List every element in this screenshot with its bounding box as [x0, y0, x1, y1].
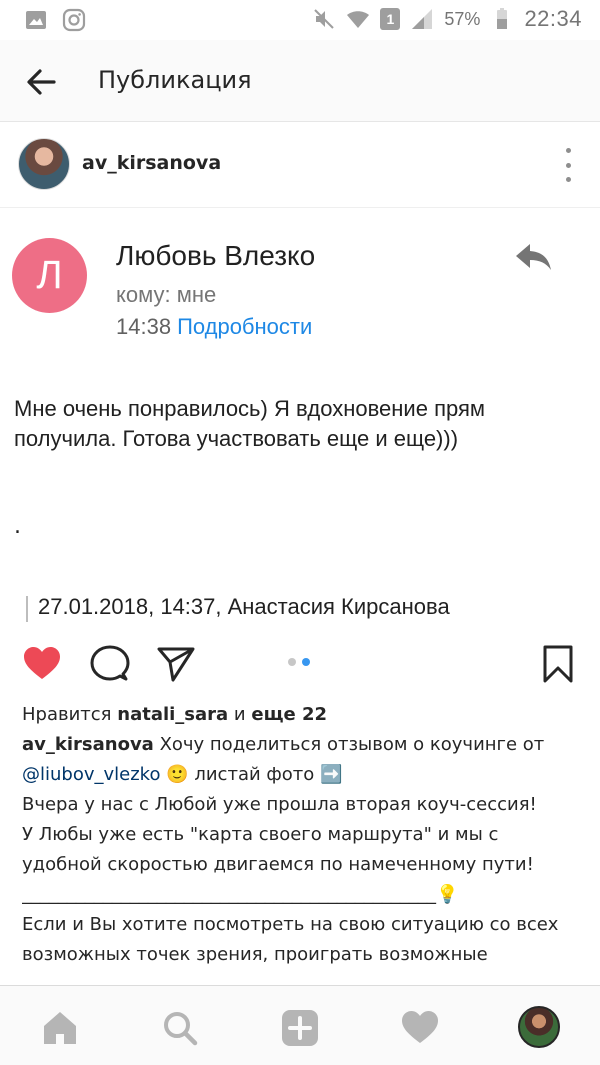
details-link: Подробности — [177, 314, 313, 339]
mail-body-line: Мне очень понравилось) Я вдохновение пря… — [14, 396, 486, 421]
likes-line[interactable]: Нравится natali_sara и еще 22 — [22, 700, 582, 730]
sender-avatar: Л — [12, 238, 87, 313]
likes-count[interactable]: еще 22 — [251, 704, 327, 725]
instagram-icon — [62, 8, 86, 32]
wifi-icon — [347, 11, 370, 28]
mail-body-line: получила. Готова участвовать еще и еще))… — [14, 426, 459, 451]
caption-line: @liubov_vlezko 🙂 листай фото ➡️ — [22, 760, 582, 790]
activity-heart-icon[interactable] — [400, 1008, 440, 1048]
mail-time-row: 14:38 Подробности — [116, 314, 312, 340]
carousel-dot — [288, 658, 296, 666]
reply-icon — [516, 244, 551, 270]
likes-middle: и — [233, 704, 246, 725]
battery-percent: 57% — [444, 8, 481, 29]
clock: 22:34 — [524, 6, 582, 31]
caption-line: удобной скоростью двигаемся по намеченно… — [22, 854, 534, 875]
caption-line: Если и Вы хотите посмотреть на свою ситу… — [22, 914, 559, 935]
sender-name: Любовь Влезко — [116, 240, 316, 271]
sim-icon: 1 — [380, 8, 401, 30]
caption-author[interactable]: av_kirsanova — [22, 734, 154, 755]
caption-text: 🙂 листай фото ➡️ — [166, 764, 343, 785]
post-caption: Нравится natali_sara и еще 22 av_kirsano… — [22, 700, 582, 970]
image-icon — [26, 11, 46, 29]
recipient-label: кому: мне — [116, 282, 217, 307]
avatar[interactable] — [18, 138, 70, 190]
status-bar: 1 57% 22:34 — [0, 0, 600, 40]
caption-divider: ________________________________________… — [22, 884, 459, 905]
likes-prefix: Нравится — [22, 704, 112, 725]
carousel-dot-active — [302, 658, 310, 666]
mail-body: Мне очень понравилось) Я вдохновение пря… — [14, 394, 584, 454]
signal-icon — [412, 9, 433, 29]
page-title: Публикация — [98, 66, 252, 94]
battery-icon — [497, 8, 508, 29]
mail-dot: . — [14, 514, 21, 539]
comment-icon[interactable] — [90, 644, 130, 684]
add-post-icon[interactable] — [280, 1008, 320, 1048]
profile-avatar[interactable] — [518, 1006, 560, 1048]
mail-time: 14:38 — [116, 314, 172, 339]
quote-bar — [26, 596, 28, 622]
bottom-nav — [0, 985, 600, 1065]
back-arrow-icon[interactable] — [22, 62, 62, 102]
caption-line: av_kirsanova Хочу поделиться отзывом о к… — [22, 730, 582, 760]
more-options-icon[interactable] — [564, 148, 572, 182]
quote-header: 27.01.2018, 14:37, Анастасия Кирсанова — [38, 594, 450, 619]
post-photo[interactable]: Л Любовь Влезко кому: мне 14:38 Подробнос… — [0, 208, 600, 628]
mute-icon — [314, 9, 335, 29]
caption-line: Вчера у нас с Любой уже прошла вторая ко… — [22, 794, 537, 815]
post-username[interactable]: av_kirsanova — [82, 152, 221, 174]
heart-filled-icon[interactable] — [22, 644, 62, 684]
likes-user[interactable]: natali_sara — [117, 704, 228, 725]
app-bar: Публикация — [0, 40, 600, 122]
bookmark-icon[interactable] — [538, 644, 578, 684]
post-actions — [0, 628, 600, 698]
caption-line: У Любы уже есть "карта своего маршрута" … — [22, 824, 499, 845]
post-header: av_kirsanova — [0, 122, 600, 208]
mention-link[interactable]: @liubov_vlezko — [22, 764, 160, 785]
search-icon[interactable] — [160, 1008, 200, 1048]
share-icon[interactable] — [156, 644, 196, 684]
caption-line: возможных точек зрения, проиграть возмож… — [22, 944, 488, 965]
caption-text: Хочу поделиться отзывом о коучинге от — [159, 734, 545, 755]
carousel-indicator — [288, 658, 310, 666]
home-icon[interactable] — [40, 1008, 80, 1048]
